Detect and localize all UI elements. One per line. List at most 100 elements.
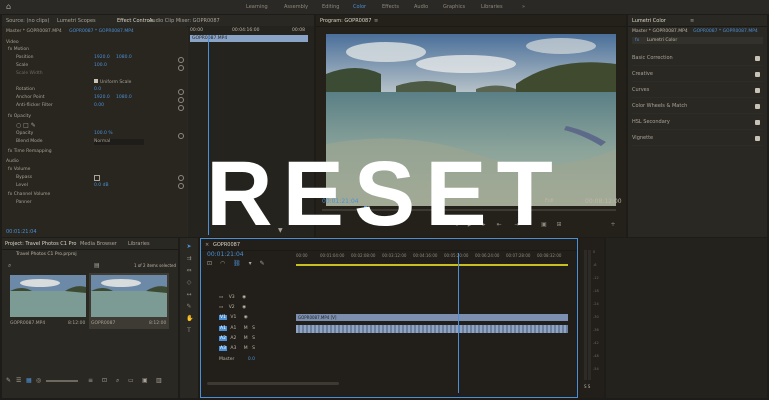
workspace-color[interactable]: Color [353,4,366,10]
timeline-scrollbar[interactable] [207,382,339,385]
settings-icon[interactable]: ✎ [260,260,265,267]
ec-scale[interactable]: Scale [16,63,28,69]
ec-source[interactable]: Master * GOPR0087.MP4 GOPR0087 * GOPR008… [6,29,134,35]
tab-libraries[interactable]: Libraries [128,241,150,247]
slip-icon[interactable]: ↔ [186,292,192,298]
ec-anchor-x[interactable]: 1920.0 [94,95,110,100]
timeline-timecode[interactable]: 00:01:21:04 [207,251,244,258]
toggle-output-icon[interactable]: ◉ [244,315,248,320]
more-workspaces-icon[interactable]: » [522,4,525,10]
ec-position-y[interactable]: 1080.0 [116,55,132,60]
ec-blend-value[interactable]: Normal [94,139,144,145]
tab-lumetri-scopes[interactable]: Lumetri Scopes [57,18,96,24]
track-header-a2[interactable]: A2 A2 M S [219,336,255,341]
ec-scale-value[interactable]: 100.0 [94,63,107,68]
ec-antiflicker-value[interactable]: 0.00 [94,103,104,108]
reset-icon[interactable] [178,105,184,111]
section-checkbox[interactable] [755,88,760,93]
ec-rotation-value[interactable]: 0.0 [94,87,101,92]
snap-icon[interactable]: ◠ [220,260,225,267]
mute-icon[interactable]: M [244,336,248,341]
ec-uniform-scale[interactable]: Uniform Scale [94,79,131,85]
track-header-v3[interactable]: ▭ V3 ◉ [219,295,246,300]
new-bin-icon[interactable]: ▤ [94,262,100,269]
lumetri-basic-correction[interactable]: Basic Correction [632,55,763,66]
selection-tool-icon[interactable]: ➤ [186,244,192,250]
razor-icon[interactable]: ◇ [186,280,192,286]
trash-icon[interactable]: ▥ [156,377,162,384]
ripple-edit-icon[interactable]: ⇔ [186,268,192,274]
toggle-output-icon[interactable]: ◉ [242,305,246,310]
project-thumb-2[interactable]: GOPR0087 8:12:00 [89,273,169,329]
timeline-ruler[interactable]: 00:00 00:01:04:00 00:02:08:00 00:03:12:0… [296,253,571,263]
icon-view-icon[interactable]: ▦ [26,377,32,384]
lumetri-menu-icon[interactable]: ≡ [690,18,694,24]
lumetri-vignette[interactable]: Vignette [632,135,763,146]
source-patch-a1[interactable]: A1 [219,326,227,331]
tab-program[interactable]: Program: GOPR0087 [320,18,371,24]
section-checkbox[interactable] [755,104,760,109]
work-area-bar[interactable] [296,264,568,266]
source-patch-a3[interactable]: A3 [219,346,227,351]
toggle-output-icon[interactable]: ◉ [242,295,246,300]
home-icon[interactable]: ⌂ [6,3,14,11]
ec-anchor-y[interactable]: 1080.0 [116,95,132,100]
meter-solo-buttons[interactable]: S S [584,384,590,389]
hand-icon[interactable]: ✋ [186,316,193,322]
video-clip[interactable]: GOPR0087.MP4 [V] [296,314,568,321]
lumetri-effect-row[interactable]: fx Lumetri Color [632,37,763,44]
marker-icon[interactable]: ▾ [249,260,252,267]
reset-icon[interactable] [178,97,184,103]
workspace-audio[interactable]: Audio [414,4,428,10]
search-icon[interactable]: ⌕ [8,262,11,270]
track-header-a1[interactable]: A1 A1 M S [219,326,255,331]
mute-icon[interactable]: M [244,346,248,351]
solo-icon[interactable]: S [252,346,255,351]
section-checkbox[interactable] [755,136,760,141]
track-header-v1[interactable]: V1 V1 ◉ [219,315,248,320]
ec-motion[interactable]: fx Motion [8,47,29,53]
tab-media-browser[interactable]: Media Browser [80,241,117,247]
linked-selection-icon[interactable]: ⛓ [233,260,241,267]
section-checkbox[interactable] [755,56,760,61]
ec-opacity-value[interactable]: 100.0 % [94,131,113,136]
sort-icon[interactable]: ≡ [88,377,93,384]
workspace-editing[interactable]: Editing [322,4,339,10]
ec-antiflicker[interactable]: Anti-flicker Filter [16,103,53,109]
ec-anchor[interactable]: Anchor Point [16,95,44,101]
automate-icon[interactable]: ⊡ [102,377,107,384]
source-patch-a2[interactable]: A2 [219,336,227,341]
project-thumb-1[interactable] [10,275,86,317]
mute-icon[interactable]: M [244,326,248,331]
tab-project[interactable]: Project: Travel Photos C1 Pro [5,241,76,247]
ec-opacity[interactable]: Opacity [16,131,33,137]
reset-icon[interactable] [178,65,184,71]
lumetri-creative[interactable]: Creative [632,71,763,82]
ec-position[interactable]: Position [16,55,34,61]
list-view-icon[interactable]: ☰ [16,377,21,384]
track-select-icon[interactable]: ⇉ [186,256,192,262]
track-header-master[interactable]: Master 0.0 [219,357,255,362]
timeline-playhead[interactable] [458,253,459,393]
lock-icon[interactable]: ▭ [219,305,223,310]
solo-icon[interactable]: S [252,326,255,331]
reset-icon[interactable] [178,133,184,139]
track-header-a3[interactable]: A3 A3 M S [219,346,255,351]
find-icon[interactable]: ⌕ [116,377,119,385]
lumetri-hsl-secondary[interactable]: HSL Secondary [632,119,763,130]
program-menu-icon[interactable]: ≡ [374,18,378,24]
ec-opacity-section[interactable]: fx Opacity [8,114,31,120]
new-bin-bottom-icon[interactable]: ▭ [128,377,134,384]
tab-lumetri-color[interactable]: Lumetri Color [632,18,666,24]
section-checkbox[interactable] [755,72,760,77]
nest-icon[interactable]: ⊡ [207,260,212,267]
ec-position-x[interactable]: 1920.0 [94,55,110,60]
ec-blend[interactable]: Blend Mode [16,139,43,145]
workspace-learning[interactable]: Learning [246,4,268,10]
audio-clip[interactable] [296,325,568,333]
lock-icon[interactable]: ▭ [219,295,223,300]
workspace-assembly[interactable]: Assembly [284,4,308,10]
solo-icon[interactable]: S [252,336,255,341]
ec-rotation[interactable]: Rotation [16,87,35,93]
pen-icon[interactable]: ✎ [186,304,192,310]
